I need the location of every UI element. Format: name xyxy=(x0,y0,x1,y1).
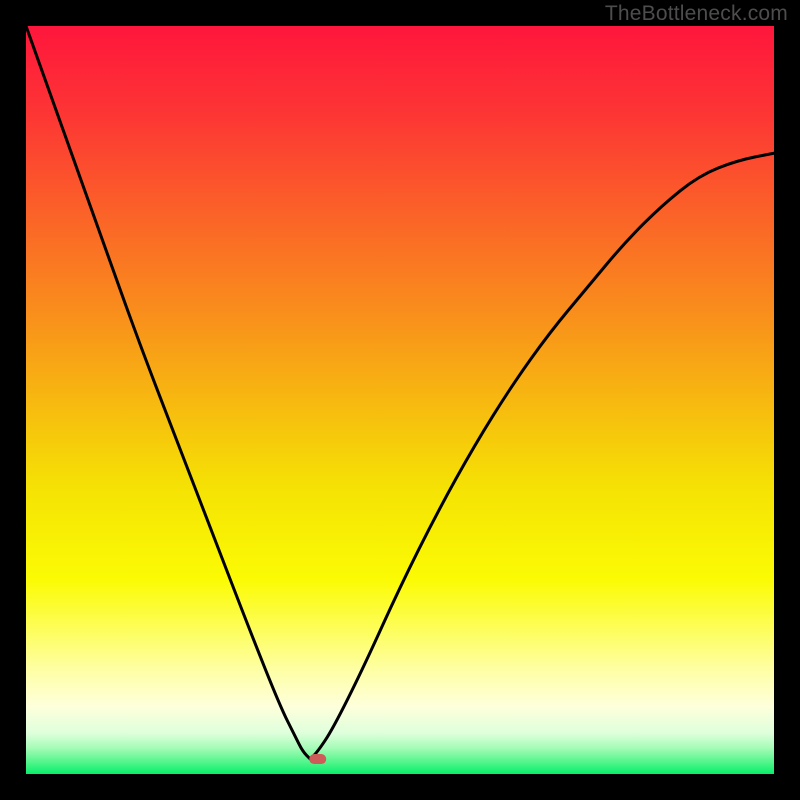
bottleneck-chart xyxy=(26,26,774,774)
gradient-background xyxy=(26,26,774,774)
plot-area xyxy=(26,26,774,774)
optimum-marker xyxy=(309,754,326,764)
